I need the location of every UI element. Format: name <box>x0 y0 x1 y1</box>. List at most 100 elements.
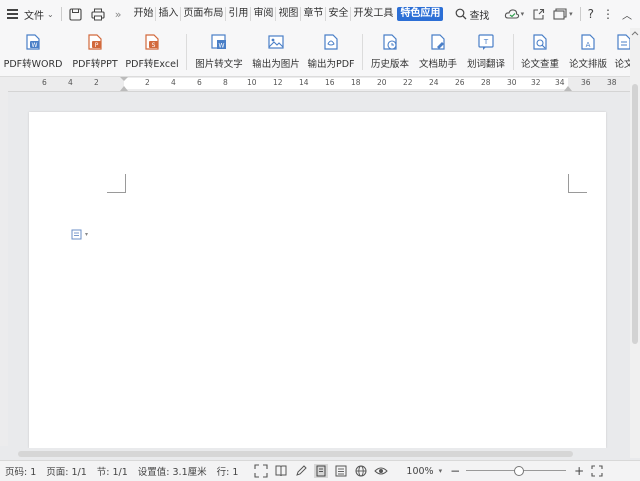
svg-text:W: W <box>32 42 38 49</box>
image-to-text-icon: W <box>211 34 226 50</box>
line-status[interactable]: 行: 1 <box>212 464 244 478</box>
zoom-slider[interactable] <box>466 466 567 476</box>
setting-value-status[interactable]: 设置值: 3.1厘米 <box>133 464 212 478</box>
ruler-number: 38 <box>607 78 617 87</box>
paper-check-button[interactable]: 论文查重 <box>518 30 562 74</box>
tab-chapter[interactable]: 章节 <box>301 7 327 21</box>
ruler-number: 16 <box>325 78 335 87</box>
ruler-number: 2 <box>94 78 99 87</box>
paper-layout-button[interactable]: A 论文排版 <box>566 30 610 74</box>
ruler-number: 4 <box>68 78 73 87</box>
history-label: 历史版本 <box>370 59 409 70</box>
paper-check-label: 论文查重 <box>520 59 559 70</box>
horizontal-scroll-thumb[interactable] <box>18 451 573 457</box>
tab-home[interactable]: 开始 <box>131 7 157 21</box>
tab-view[interactable]: 视图 <box>276 7 302 21</box>
right-indent-marker-icon[interactable] <box>564 77 572 91</box>
tab-developer[interactable]: 开发工具 <box>351 7 395 21</box>
outline-view-icon[interactable] <box>334 464 348 478</box>
ruler-number: 14 <box>299 78 309 87</box>
export-image-button[interactable]: 输出为图片 <box>250 30 302 74</box>
chevron-up-icon[interactable] <box>631 30 639 36</box>
clipboard-icon <box>71 229 82 240</box>
tab-special-apps[interactable]: 特色应用 <box>397 7 444 21</box>
document-page[interactable]: ▾ <box>29 112 606 448</box>
template-button[interactable]: ▾ <box>551 4 575 24</box>
horizontal-scrollbar[interactable] <box>0 448 630 460</box>
tab-insert[interactable]: 插入 <box>156 7 182 21</box>
zoom-slider-handle[interactable] <box>514 466 525 476</box>
title-toolbar: 文件 ⌄ » 开始 插入 页面布局 引用 审阅 视图 章节 安全 开发工具 特色… <box>0 0 640 28</box>
vertical-scroll-thumb[interactable] <box>632 84 638 344</box>
pen-icon[interactable] <box>294 464 308 478</box>
page-count-status[interactable]: 页面: 1/1 <box>41 464 92 478</box>
ruler-number: 12 <box>273 78 283 87</box>
ruler-number: 26 <box>455 78 465 87</box>
web-view-icon[interactable] <box>354 464 368 478</box>
ribbon: W PDF转WORD P PDF转PPT S PDF转Excel W 图片转文字… <box>0 28 640 77</box>
hamburger-icon <box>6 7 20 21</box>
file-menu-button[interactable]: 文件 ⌄ <box>0 4 56 24</box>
pdf-to-excel-label: PDF转Excel <box>125 59 179 70</box>
zoom-out-button[interactable]: − <box>450 464 460 478</box>
more-options-button[interactable]: ⋮ <box>600 4 616 24</box>
tab-references[interactable]: 引用 <box>226 7 252 21</box>
translate-button[interactable]: T 划词翻译 <box>463 30 509 74</box>
ruler-number: 2 <box>145 78 150 87</box>
eye-protection-icon[interactable] <box>374 464 389 478</box>
svg-text:S: S <box>152 42 156 49</box>
image-to-text-label: 图片转文字 <box>195 59 243 70</box>
tab-security[interactable]: 安全 <box>326 7 352 21</box>
horizontal-ruler[interactable]: 6 4 2 2 4 6 8 10 12 14 16 18 20 22 24 26… <box>0 77 630 92</box>
cloud-sync-button[interactable]: ▾ <box>502 4 527 24</box>
pdf-to-ppt-icon: P <box>88 34 102 50</box>
print-button[interactable] <box>89 4 107 24</box>
more-quick-access-button[interactable]: » <box>113 4 124 24</box>
help-button[interactable]: ? <box>586 4 596 24</box>
ruler-number: 6 <box>42 78 47 87</box>
chevron-down-icon: ⌄ <box>47 9 54 19</box>
page-number-status[interactable]: 页码: 1 <box>0 464 41 478</box>
chevron-down-icon: ▾ <box>520 10 525 18</box>
zoom-level[interactable]: 100% <box>401 466 438 477</box>
history-button[interactable]: 历史版本 <box>368 30 412 74</box>
translate-label: 划词翻译 <box>466 59 505 70</box>
paper-layout-icon: A <box>581 34 595 50</box>
ruler-number: 28 <box>481 78 491 87</box>
share-icon <box>533 8 545 20</box>
template-icon <box>553 7 567 20</box>
vertical-scrollbar[interactable] <box>630 28 640 458</box>
image-to-text-button[interactable]: W 图片转文字 <box>192 30 246 74</box>
chevron-down-icon[interactable]: ▾ <box>439 467 443 475</box>
reading-mode-icon[interactable] <box>274 464 288 478</box>
pdf-to-excel-button[interactable]: S PDF转Excel <box>124 30 180 74</box>
doc-assistant-label: 文档助手 <box>418 59 457 70</box>
ruler-text-area <box>124 78 568 89</box>
ruler-number: 4 <box>171 78 176 87</box>
collapse-ribbon-button[interactable]: ︿ <box>620 4 634 24</box>
ruler-number: 24 <box>429 78 439 87</box>
margin-corner-top-left <box>107 174 126 193</box>
export-image-icon <box>268 35 284 49</box>
tab-review[interactable]: 审阅 <box>251 7 277 21</box>
paste-options-button[interactable]: ▾ <box>71 228 88 240</box>
save-button[interactable] <box>67 4 84 24</box>
ruler-number: 30 <box>507 78 517 87</box>
fullscreen-icon[interactable] <box>254 464 268 478</box>
search-button[interactable]: 查找 <box>453 4 491 24</box>
print-icon <box>91 8 105 20</box>
indent-marker-icon[interactable] <box>120 77 128 91</box>
vertical-ruler[interactable] <box>0 91 8 446</box>
zoom-in-button[interactable]: + <box>574 464 584 478</box>
fit-page-icon[interactable] <box>590 464 604 478</box>
pdf-to-word-button[interactable]: W PDF转WORD <box>4 30 62 74</box>
search-icon <box>456 8 467 20</box>
export-pdf-button[interactable]: 输出为PDF <box>306 30 356 74</box>
pdf-to-ppt-button[interactable]: P PDF转PPT <box>70 30 120 74</box>
tab-page-layout[interactable]: 页面布局 <box>181 7 227 21</box>
page-view-icon[interactable] <box>314 464 329 478</box>
share-button[interactable] <box>530 4 547 24</box>
svg-text:W: W <box>219 43 225 50</box>
doc-assistant-button[interactable]: 文档助手 <box>416 30 460 74</box>
section-status[interactable]: 节: 1/1 <box>92 464 133 478</box>
